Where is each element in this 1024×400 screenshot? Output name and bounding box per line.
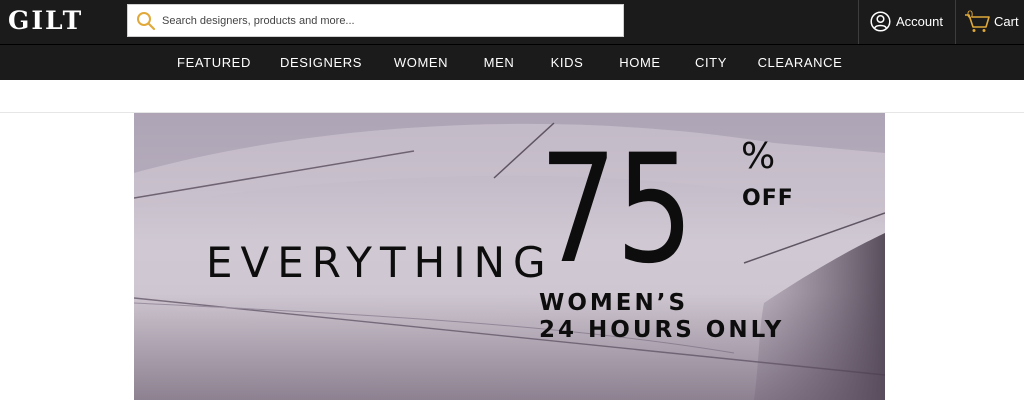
nav-men[interactable]: MEN: [476, 45, 522, 81]
search-icon[interactable]: [136, 11, 156, 31]
banner-off: OFF: [742, 186, 794, 211]
account-label: Account: [896, 14, 943, 29]
banner-line1: WOMEN’S: [539, 290, 689, 316]
top-bar: GILT Account 0 Cart: [0, 0, 1024, 44]
search-box[interactable]: [127, 4, 624, 37]
cart-link[interactable]: 0 Cart: [956, 0, 1024, 44]
nav-designers[interactable]: DESIGNERS: [276, 45, 366, 81]
account-link[interactable]: Account: [859, 0, 955, 44]
hero-banner[interactable]: EVERYTHING 75 % OFF WOMEN’S 24 HOURS ONL…: [134, 113, 885, 400]
account-icon: [870, 11, 891, 32]
nav-clearance[interactable]: CLEARANCE: [756, 45, 844, 81]
nav-women[interactable]: WOMEN: [386, 45, 456, 81]
sub-bar: [0, 80, 1024, 113]
banner-headline: EVERYTHING: [206, 238, 554, 287]
cart-count: 0: [967, 9, 974, 21]
nav-featured[interactable]: FEATURED: [168, 45, 260, 81]
nav-city[interactable]: CITY: [689, 45, 733, 81]
banner-line2: 24 HOURS ONLY: [539, 317, 785, 343]
search-input[interactable]: [162, 5, 617, 36]
gilt-logo[interactable]: GILT: [8, 6, 83, 36]
cart-label: Cart: [994, 14, 1019, 29]
nav-kids[interactable]: KIDS: [545, 45, 589, 81]
nav-home[interactable]: HOME: [612, 45, 668, 81]
banner-percent: 75: [539, 123, 694, 297]
banner-percent-sign: %: [741, 136, 776, 177]
main-nav: FEATURED DESIGNERS WOMEN MEN KIDS HOME C…: [0, 44, 1024, 80]
